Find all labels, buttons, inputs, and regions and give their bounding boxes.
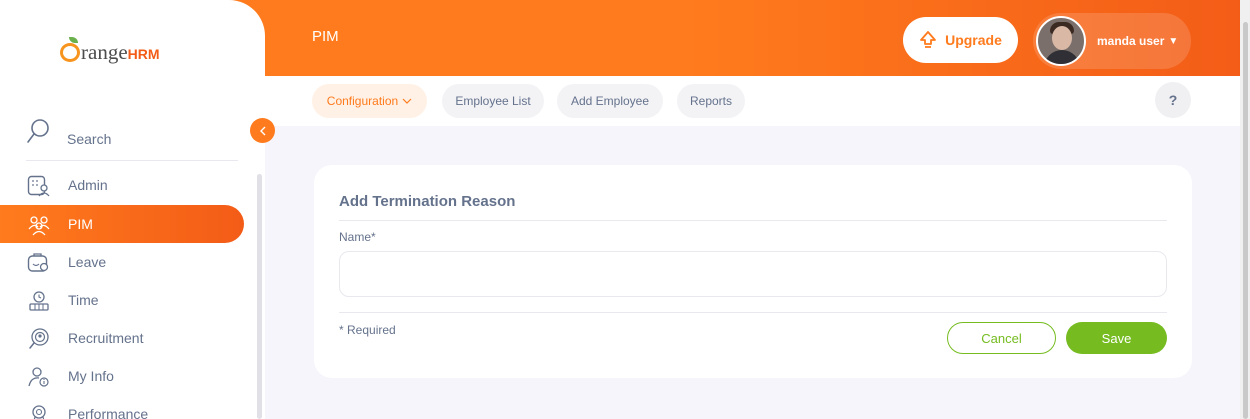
sidebar: range HRM Search Admin PIM Leave Time Re… [0, 0, 265, 419]
tab-configuration[interactable]: Configuration [312, 84, 427, 118]
upgrade-icon [920, 31, 936, 48]
tab-reports-label: Reports [689, 94, 733, 108]
divider [339, 312, 1167, 313]
sidebar-item-time[interactable]: Time [0, 281, 244, 319]
tab-configuration-label: Configuration [326, 94, 399, 108]
sidebar-item-leave[interactable]: Leave [0, 243, 244, 281]
scrollbar-thumb[interactable] [1243, 22, 1248, 419]
name-input[interactable] [339, 251, 1167, 297]
sidebar-scrollbar[interactable] [257, 174, 262, 419]
sidebar-item-label: Admin [68, 177, 108, 193]
time-icon [29, 291, 49, 311]
tab-add-employee[interactable]: Add Employee [557, 84, 663, 118]
sidebar-collapse-button[interactable] [250, 118, 275, 143]
sidebar-search[interactable]: Search [26, 117, 111, 147]
sidebar-item-label: PIM [68, 216, 93, 232]
admin-icon [27, 175, 50, 197]
chevron-down-icon [402, 98, 412, 104]
name-field-label: Name* [339, 230, 376, 244]
sidebar-item-admin[interactable]: Admin [0, 166, 244, 204]
sidebar-item-my-info[interactable]: My Info [0, 357, 244, 395]
divider [339, 220, 1167, 221]
help-button[interactable]: ? [1155, 82, 1191, 118]
sidebar-item-label: Time [68, 292, 99, 308]
search-icon [27, 119, 49, 143]
orangehrm-logo[interactable]: range HRM [60, 37, 160, 65]
page-title: Add Termination Reason [339, 193, 516, 210]
cancel-button[interactable]: Cancel [947, 322, 1056, 354]
sidebar-item-label: Performance [68, 406, 149, 419]
avatar [1036, 16, 1086, 66]
my-info-icon [28, 367, 49, 387]
performance-icon [32, 405, 46, 419]
user-dropdown[interactable]: manda user ▼ [1033, 13, 1191, 69]
sidebar-item-performance[interactable]: Performance [0, 395, 244, 419]
divider [26, 160, 238, 161]
recruitment-icon [29, 328, 49, 349]
search-label: Search [67, 131, 112, 147]
page-scrollbar[interactable] [1240, 0, 1250, 419]
pim-icon [28, 216, 50, 236]
caret-down-icon: ▼ [1168, 35, 1179, 47]
tab-reports[interactable]: Reports [677, 84, 745, 118]
upgrade-button[interactable]: Upgrade [903, 17, 1018, 63]
logo-text: range [81, 40, 128, 64]
chevron-left-icon [259, 126, 265, 135]
sidebar-item-pim[interactable]: PIM [0, 205, 244, 243]
logo-suffix: HRM [127, 46, 160, 62]
save-button[interactable]: Save [1066, 322, 1167, 354]
upgrade-label: Upgrade [945, 32, 1002, 48]
tab-employee-list[interactable]: Employee List [442, 84, 544, 118]
logo-mark [60, 37, 80, 62]
sidebar-item-recruitment[interactable]: Recruitment [0, 319, 244, 357]
required-note: * Required [339, 323, 396, 337]
sidebar-item-label: Leave [68, 254, 107, 270]
module-title: PIM [312, 28, 339, 45]
leave-icon [27, 253, 49, 272]
tab-employee-list-label: Employee List [455, 94, 531, 108]
user-name: manda user [1097, 34, 1165, 48]
sidebar-item-label: My Info [68, 368, 114, 384]
tab-add-employee-label: Add Employee [570, 94, 650, 108]
sidebar-item-label: Recruitment [68, 330, 144, 346]
